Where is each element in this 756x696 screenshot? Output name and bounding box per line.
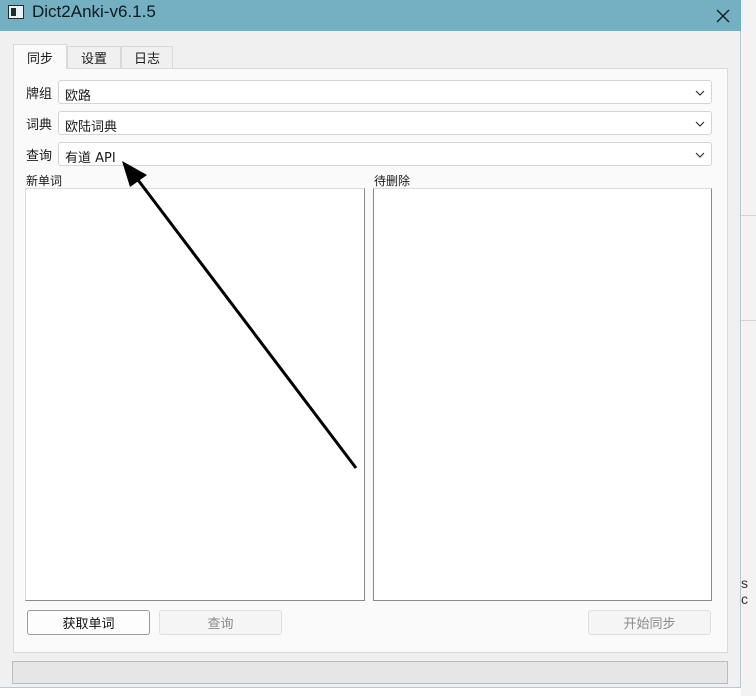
fetch-words-button[interactable]: 获取单词	[27, 610, 150, 635]
dictionary-select-value: 欧陆词典	[65, 120, 118, 135]
tab-sync[interactable]: 同步	[13, 44, 67, 69]
window-app-icon	[8, 5, 24, 19]
dictionary-label: 词典	[26, 118, 53, 133]
new-words-label: 新单词	[26, 174, 63, 188]
new-words-list[interactable]	[25, 188, 365, 601]
background-text-fragment: s c	[741, 575, 748, 607]
background-divider	[741, 320, 756, 321]
chevron-down-icon	[695, 121, 705, 127]
query-api-select-value: 有道 API	[65, 151, 116, 166]
start-sync-button[interactable]: 开始同步	[588, 610, 711, 635]
query-label: 查询	[26, 149, 53, 164]
tab-settings[interactable]: 设置	[67, 46, 121, 68]
deck-label: 牌组	[26, 87, 53, 102]
deck-select-value: 欧路	[65, 89, 92, 104]
query-api-select[interactable]: 有道 API	[58, 142, 712, 166]
title-bar[interactable]: Dict2Anki-v6.1.5	[0, 0, 741, 31]
chevron-down-icon	[695, 152, 705, 158]
window-title: Dict2Anki-v6.1.5	[32, 2, 156, 21]
query-button[interactable]: 查询	[159, 610, 282, 635]
background-divider	[741, 215, 756, 216]
sync-progress-bar	[12, 661, 728, 684]
to-delete-label: 待删除	[374, 174, 411, 188]
tab-log[interactable]: 日志	[121, 46, 173, 68]
close-button[interactable]	[704, 0, 741, 31]
chevron-down-icon	[695, 90, 705, 96]
dictionary-select[interactable]: 欧陆词典	[58, 111, 712, 135]
deck-select[interactable]: 欧路	[58, 80, 712, 104]
close-icon	[716, 9, 729, 22]
to-delete-list[interactable]	[373, 188, 712, 601]
